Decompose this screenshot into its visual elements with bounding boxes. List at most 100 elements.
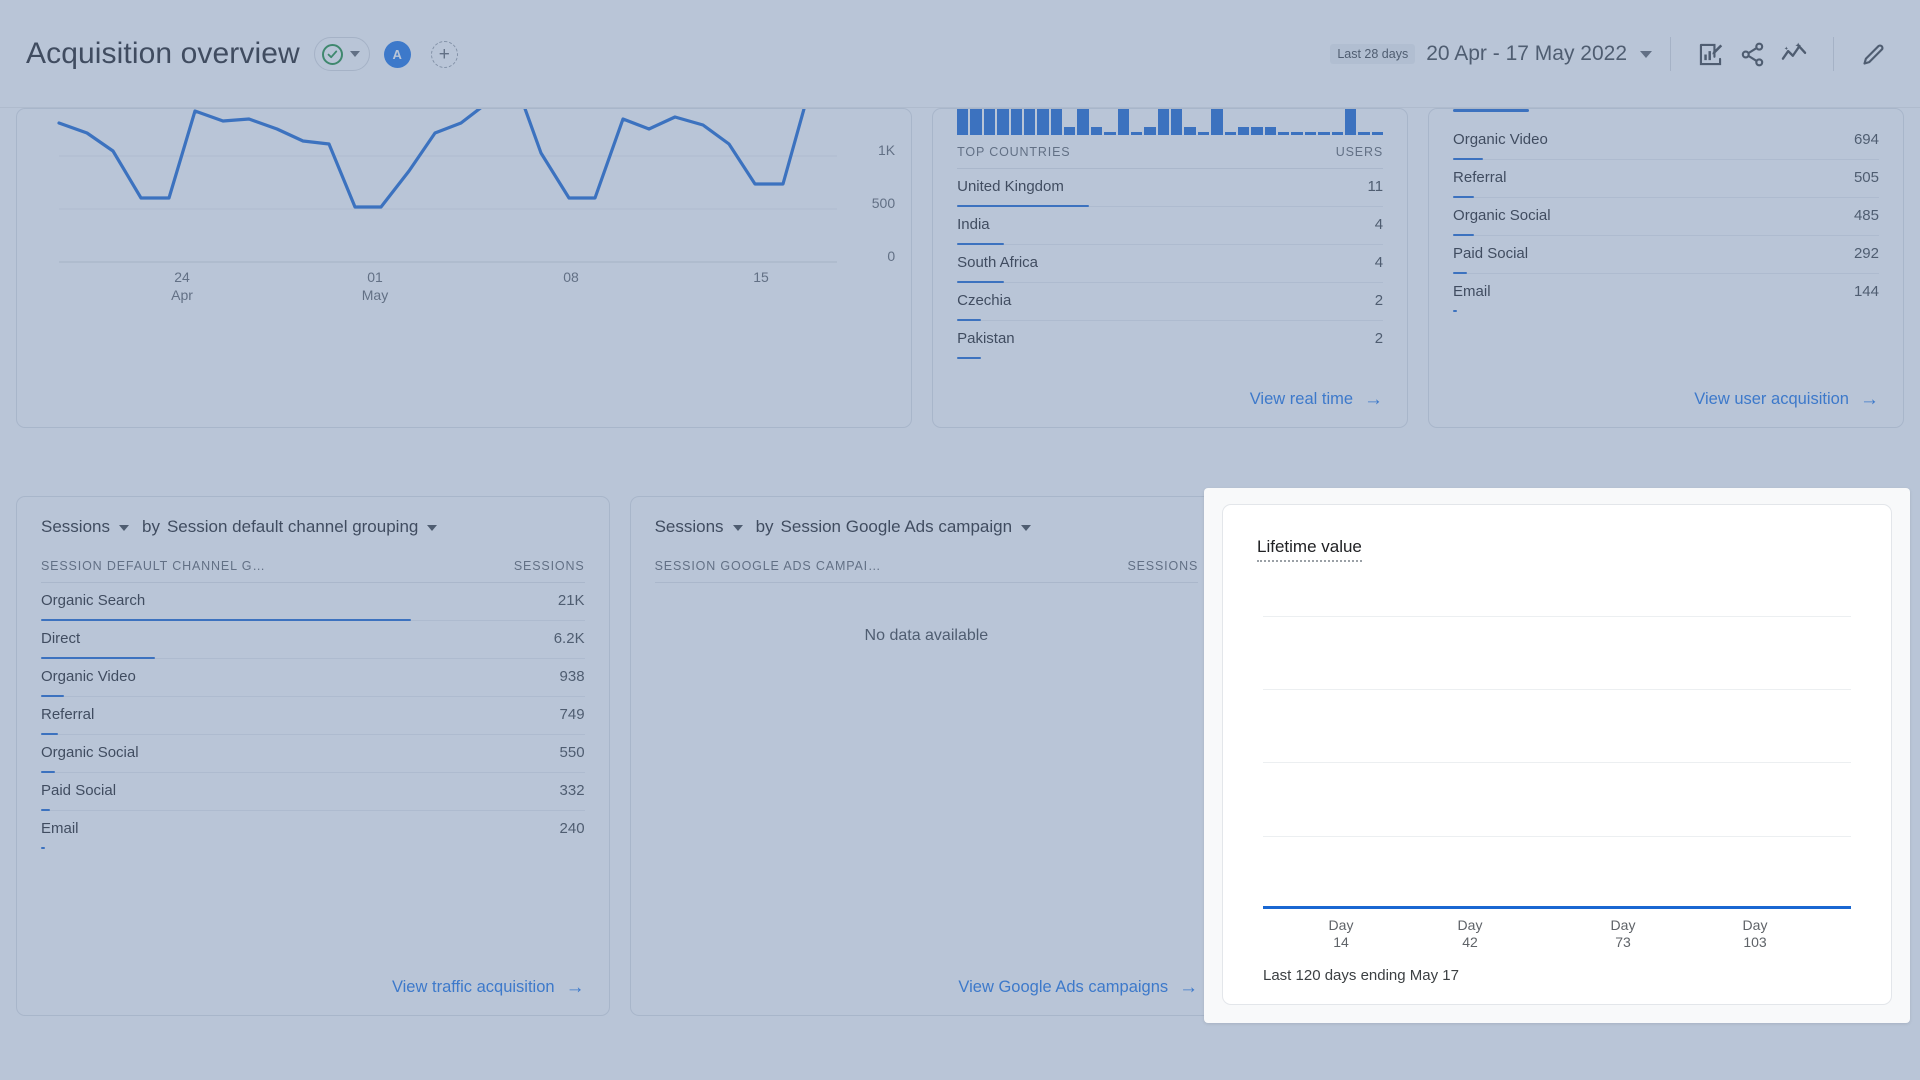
sessions-by-google-ads-card: Sessions by Session Google Ads campaign … — [630, 496, 1224, 1016]
table-row[interactable]: Organic Social 485 — [1453, 198, 1879, 236]
channel-label: Direct — [41, 630, 80, 647]
gridline — [1263, 762, 1851, 763]
ltv-tick-3: Day 103 — [1743, 917, 1768, 951]
x-tick-1-month: May — [362, 287, 388, 305]
sessions-value: 749 — [560, 706, 585, 723]
share-icon[interactable] — [1731, 33, 1773, 75]
avatar[interactable]: A — [384, 41, 411, 68]
ltv-tick-2: Day 73 — [1611, 917, 1636, 951]
sessions-value: 938 — [560, 668, 585, 685]
ltv-tick-2-top: Day — [1611, 917, 1636, 934]
row-bar-partial — [1453, 109, 1529, 112]
table-row[interactable]: United Kingdom 11 — [957, 169, 1383, 207]
sessions-ads-footer: View Google Ads campaigns → — [631, 968, 1223, 1015]
chevron-down-icon[interactable] — [350, 51, 360, 57]
lifetime-value-series-line — [1263, 906, 1851, 909]
table-row[interactable]: Referral 749 — [41, 697, 585, 735]
pencil-icon[interactable] — [1852, 33, 1894, 75]
view-google-ads-campaigns-link[interactable]: View Google Ads campaigns → — [958, 978, 1198, 997]
channel-label: Organic Search — [41, 592, 145, 609]
table-row[interactable]: Pakistan 2 — [957, 321, 1383, 358]
chevron-down-icon[interactable] — [1021, 525, 1031, 531]
lifetime-value-card: Lifetime value Day 14 Day — [1222, 504, 1892, 1005]
lifetime-value-body: Lifetime value Day 14 Day — [1223, 505, 1891, 1004]
table-row[interactable]: Organic Search 21K — [41, 583, 585, 621]
ltv-tick-2-bottom: 73 — [1611, 934, 1636, 951]
y-tick-500: 500 — [872, 195, 895, 211]
table-row[interactable]: Organic Social 550 — [41, 735, 585, 773]
metric-select[interactable]: Sessions — [41, 517, 110, 537]
table-row[interactable]: Organic Video 938 — [41, 659, 585, 697]
x-tick-3-day: 15 — [753, 269, 769, 287]
view-real-time-label: View real time — [1250, 390, 1353, 409]
sessions-value: 21K — [558, 592, 585, 609]
table-row[interactable]: Organic Video 694 — [1453, 122, 1879, 160]
realtime-sparkbars — [957, 109, 1383, 135]
view-user-acquisition-label: View user acquisition — [1694, 390, 1849, 409]
x-tick-0-month: Apr — [171, 287, 193, 305]
table-row[interactable]: Paid Social 332 — [41, 773, 585, 811]
y-tick-1k: 1K — [878, 142, 895, 158]
table-row[interactable]: Direct 6.2K — [41, 621, 585, 659]
view-traffic-acquisition-label: View traffic acquisition — [392, 978, 555, 997]
sessions-by-channel-body: Sessions by Session default channel grou… — [17, 497, 609, 862]
gridline — [1263, 689, 1851, 690]
row-bar — [41, 847, 45, 850]
channel-label: Referral — [41, 706, 94, 723]
lifetime-value-title: Lifetime value — [1257, 537, 1362, 562]
table-row[interactable]: India 4 — [957, 207, 1383, 245]
y-tick-0: 0 — [887, 248, 895, 264]
table-row[interactable]: Email 144 — [1453, 274, 1879, 311]
country-value: 11 — [1367, 178, 1383, 195]
x-tick-1: 01 May — [362, 269, 388, 304]
table-row[interactable]: Paid Social 292 — [1453, 236, 1879, 274]
insights-icon[interactable] — [1773, 33, 1815, 75]
col-dimension: SESSION DEFAULT CHANNEL G… — [41, 559, 266, 573]
ltv-tick-1-top: Day — [1458, 917, 1483, 934]
plus-icon[interactable]: + — [431, 41, 458, 68]
view-user-acquisition-link[interactable]: View user acquisition → — [1694, 390, 1879, 409]
row-bar — [1453, 310, 1457, 313]
col-sessions: SESSIONS — [1127, 559, 1198, 573]
lifetime-value-title-wrap: Lifetime value — [1257, 537, 1857, 566]
channel-value: 505 — [1854, 169, 1879, 186]
chevron-down-icon[interactable] — [427, 525, 437, 531]
dimension-select[interactable]: Session Google Ads campaign — [781, 517, 1013, 537]
users-line-chart-svg — [17, 108, 912, 311]
lifetime-value-x-axis: Day 14 Day 42 Day 73 Day 103 — [1257, 917, 1857, 957]
page-header: Acquisition overview A + Last 28 days 20… — [0, 0, 1920, 108]
by-label: by — [756, 517, 774, 537]
metric-select[interactable]: Sessions — [655, 517, 724, 537]
arrow-right-icon: → — [566, 978, 585, 997]
channel-value: 485 — [1854, 207, 1879, 224]
chevron-down-icon[interactable] — [119, 525, 129, 531]
country-value: 4 — [1375, 216, 1383, 233]
dimension-select[interactable]: Session default channel grouping — [167, 517, 418, 537]
sessions-channel-footer: View traffic acquisition → — [17, 968, 609, 1015]
top-countries-card: TOP COUNTRIES USERS United Kingdom 11 In… — [932, 108, 1408, 428]
table-row[interactable]: Referral 505 — [1453, 160, 1879, 198]
top-countries-footer: View real time → — [933, 380, 1407, 427]
chevron-down-icon[interactable] — [733, 525, 743, 531]
table-row[interactable]: South Africa 4 — [957, 245, 1383, 283]
country-value: 2 — [1375, 330, 1383, 347]
country-label: United Kingdom — [957, 178, 1064, 195]
view-traffic-acquisition-link[interactable]: View traffic acquisition → — [392, 978, 585, 997]
chevron-down-icon[interactable] — [1640, 51, 1652, 58]
table-row[interactable]: Czechia 2 — [957, 283, 1383, 321]
edit-chart-icon[interactable] — [1689, 33, 1731, 75]
sessions-value: 550 — [560, 744, 585, 761]
status-badge[interactable] — [314, 37, 370, 71]
table-row[interactable]: Email 240 — [41, 811, 585, 848]
view-real-time-link[interactable]: View real time → — [1250, 390, 1383, 409]
sessions-channel-header: SESSION DEFAULT CHANNEL G… SESSIONS — [41, 559, 585, 583]
sessions-ads-header: SESSION GOOGLE ADS CAMPAI… SESSIONS — [655, 559, 1199, 583]
lifetime-value-chart — [1263, 590, 1851, 909]
sessions-value: 6.2K — [554, 630, 585, 647]
date-range-value[interactable]: 20 Apr - 17 May 2022 — [1426, 42, 1627, 66]
arrow-right-icon: → — [1364, 390, 1383, 409]
channel-value: 292 — [1854, 245, 1879, 262]
x-tick-0: 24 Apr — [171, 269, 193, 304]
col-users: USERS — [1336, 145, 1383, 159]
x-tick-2: 08 — [563, 269, 579, 287]
